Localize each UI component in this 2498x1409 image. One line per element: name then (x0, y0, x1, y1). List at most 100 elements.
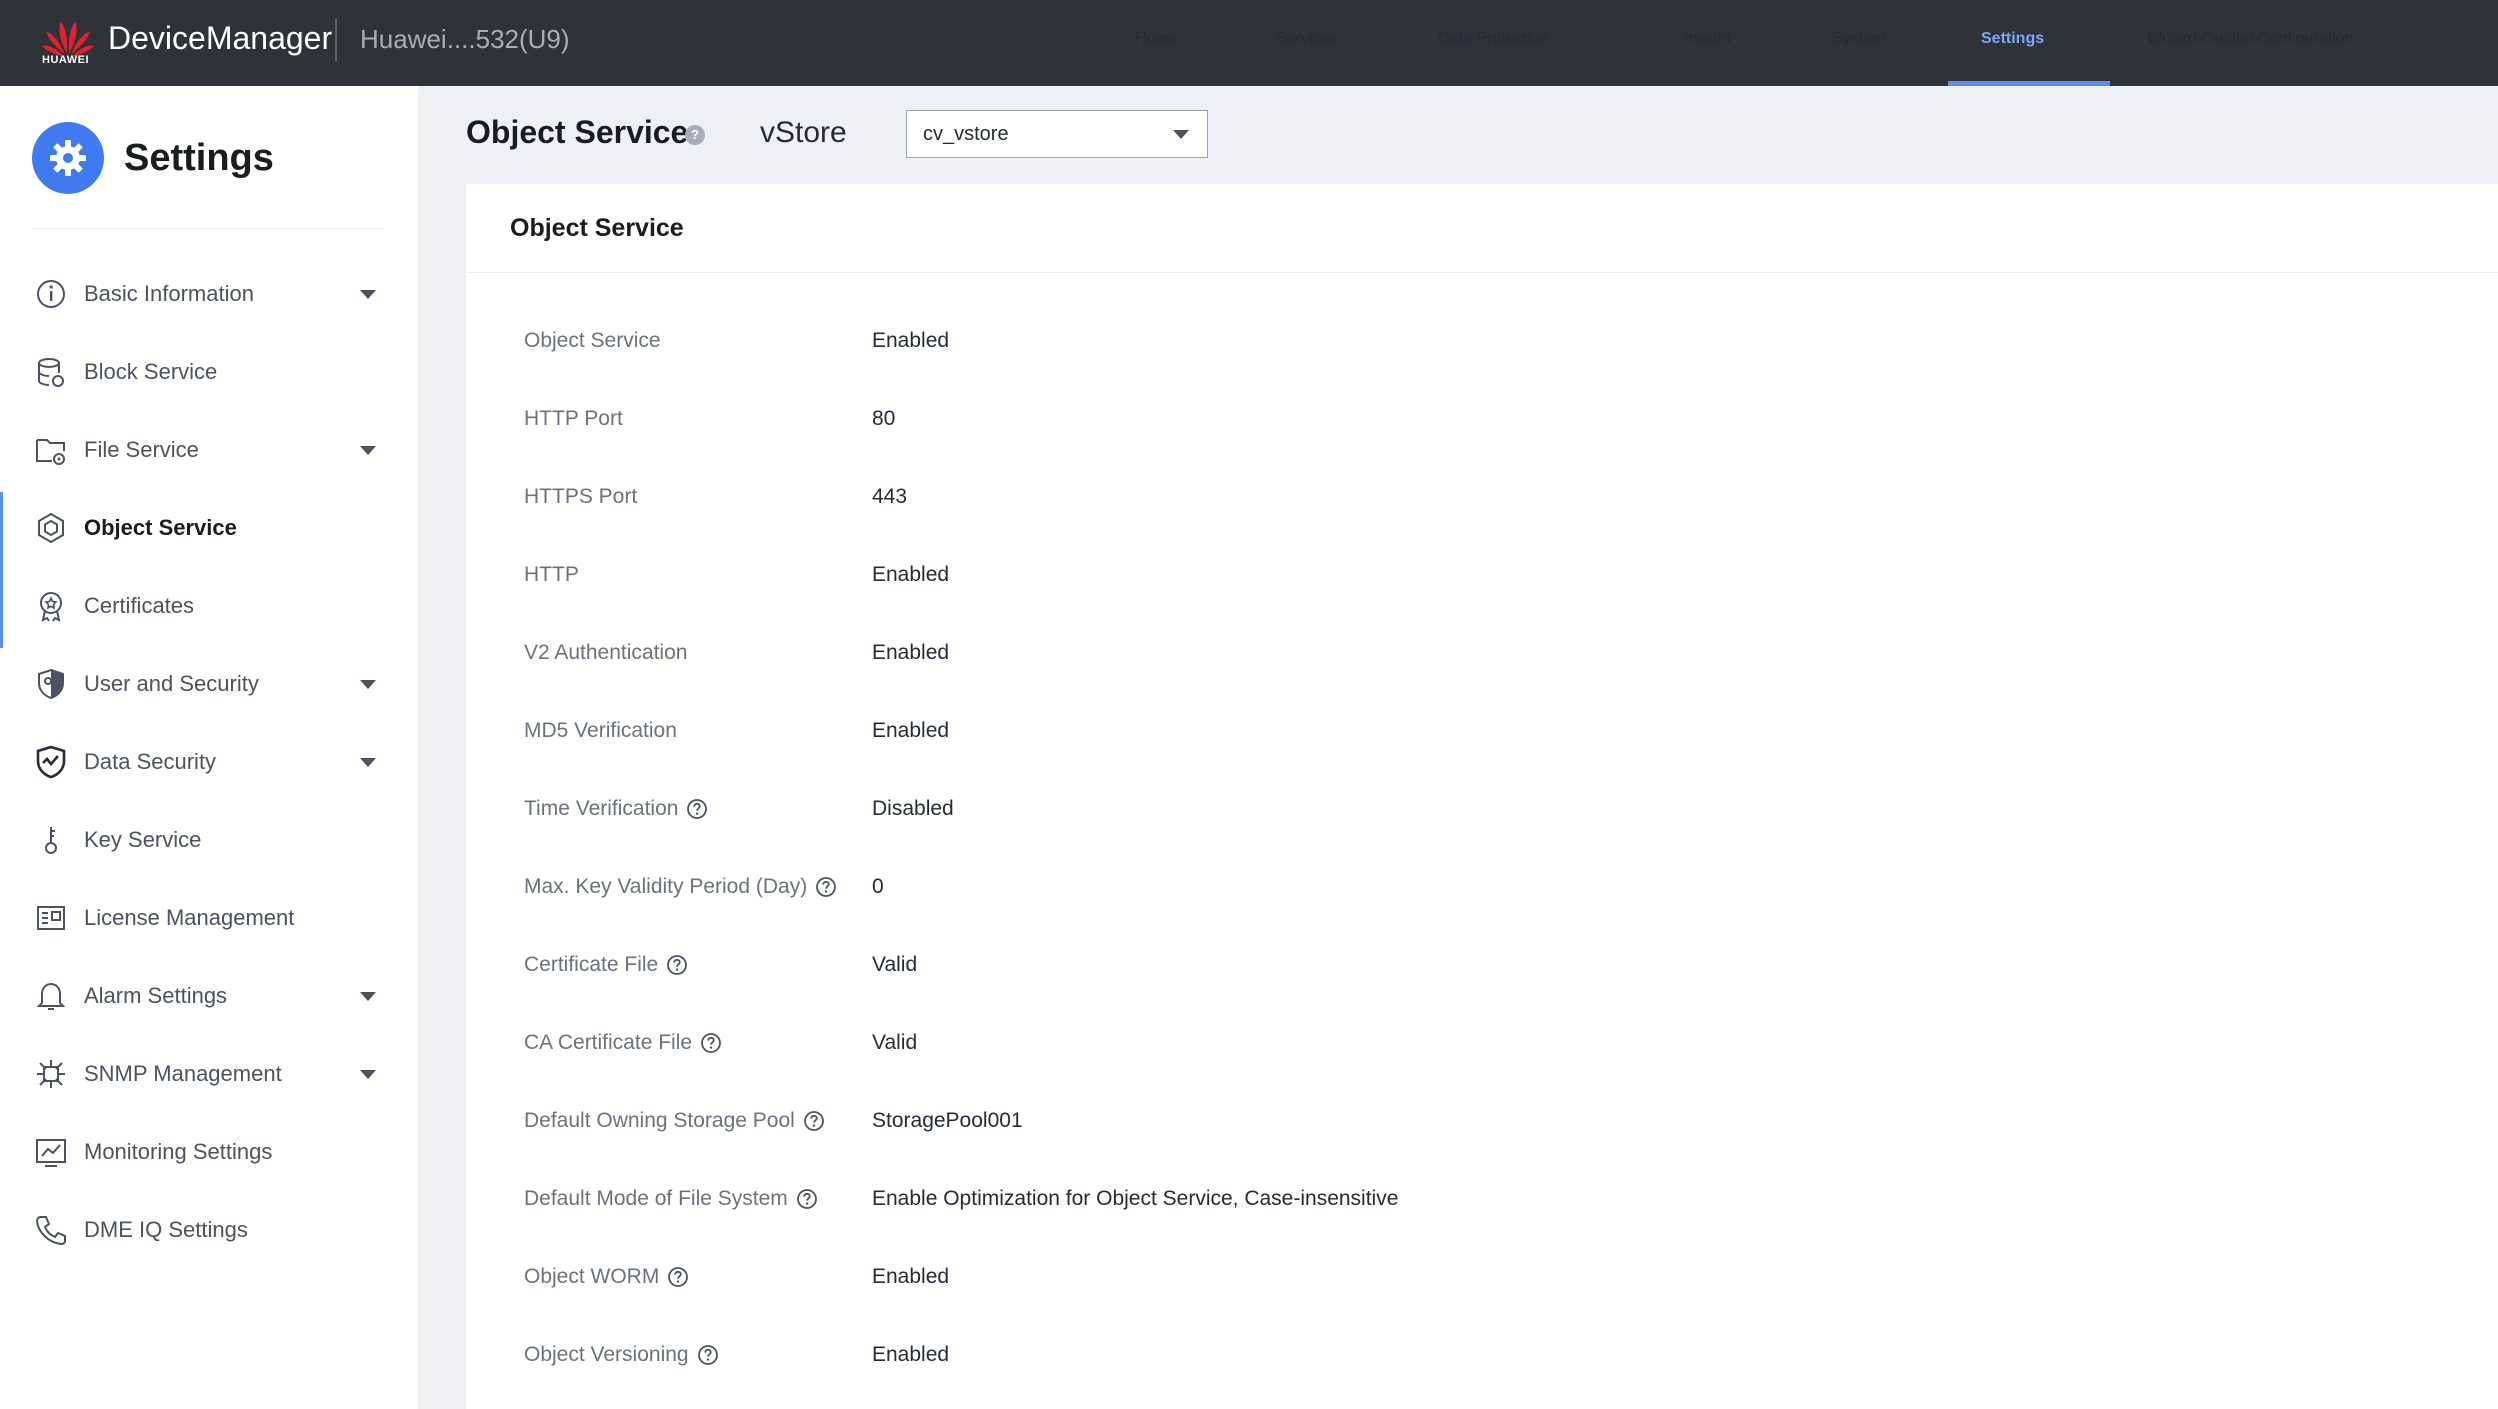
field-value: Valid (872, 953, 918, 976)
field-value: Enabled (872, 329, 950, 352)
field-label: HTTPS Port (524, 485, 637, 509)
folder-gear-icon (36, 439, 65, 465)
field-row: Object Service Enabled (466, 329, 2366, 369)
field-label-text: Max. Key Validity Period (Day) (524, 875, 808, 898)
field-row: HTTP Enabled (466, 563, 2366, 603)
field-label-text: HTTP Port (524, 407, 623, 430)
field-label: HTTP (524, 563, 579, 587)
help-icon[interactable] (700, 1032, 722, 1054)
sidebar-item-label: File Service (84, 437, 199, 462)
sidebar-item-data-security[interactable]: Data Security (0, 723, 418, 801)
field-label: Object Versioning (524, 1343, 719, 1367)
object-service-card: Object Service Object Service Enabled HTTP… (466, 184, 2498, 1409)
field-label: Object Service (524, 329, 661, 353)
sidebar-item-label: License Management (84, 905, 295, 930)
page-title: Object Service (466, 114, 689, 150)
sidebar-item-label: Basic Information (84, 281, 254, 306)
header-divider (335, 18, 337, 62)
nav-data-protection[interactable]: Data Protection (1438, 0, 1548, 86)
chevron-down-icon[interactable] (360, 679, 376, 689)
help-icon[interactable] (667, 1266, 689, 1288)
field-value: Disabled (872, 797, 954, 820)
field-value: Enabled (872, 641, 950, 664)
sidebar-item-label: Monitoring Settings (84, 1139, 273, 1164)
help-icon[interactable] (686, 798, 708, 820)
field-label: Default Owning Storage Pool (524, 1109, 825, 1133)
sidebar-item-block-service[interactable]: Block Service (0, 333, 418, 411)
field-label-text: Certificate File (524, 953, 659, 976)
field-row: Certificate File Valid (466, 953, 2366, 993)
sidebar-item-label: DME IQ Settings (84, 1217, 248, 1242)
nav-insight[interactable]: Insight (1684, 0, 1731, 86)
field-row: Object Versioning Enabled (466, 1343, 2366, 1383)
nav-home[interactable]: Home (1135, 0, 1178, 86)
help-icon[interactable]: ? (685, 125, 705, 145)
cube-icon (38, 512, 64, 544)
sidebar-item-label: Certificates (84, 593, 195, 618)
sidebar-item-basic-information[interactable]: Basic Information (0, 255, 418, 333)
nav-wizard-guided-configuration[interactable]: Wizard-Guided Configuration (2147, 0, 2353, 86)
help-icon[interactable] (666, 954, 688, 976)
sidebar-header: Settings (32, 122, 274, 194)
chevron-down-icon[interactable] (360, 1069, 376, 1079)
chevron-down-icon[interactable] (360, 757, 376, 767)
settings-gear-icon (32, 122, 104, 194)
field-value: 0 (872, 875, 884, 898)
field-row: HTTP Port 80 (466, 407, 2366, 447)
sidebar-item-alarm-settings[interactable]: Alarm Settings (0, 957, 418, 1035)
sidebar-item-user-and-security[interactable]: User and Security (0, 645, 418, 723)
field-label-text: HTTPS Port (524, 485, 638, 508)
field-row: MD5 Verification Enabled (466, 719, 2366, 759)
sidebar-item-file-service[interactable]: File Service (0, 411, 418, 489)
chart-icon (36, 1139, 66, 1167)
nav-active-indicator (1948, 81, 2110, 86)
field-label: HTTP Port (524, 407, 623, 431)
certificate-icon (40, 592, 62, 622)
sidebar-item-label: Alarm Settings (84, 983, 228, 1008)
field-value: Enabled (872, 1343, 950, 1366)
sidebar-item-label: Object Service (84, 515, 237, 540)
card-title: Object Service (510, 214, 684, 242)
field-value: Enabled (872, 1265, 950, 1288)
sidebar-item-object-service[interactable]: Object Service (0, 489, 418, 567)
chevron-down-icon[interactable] (360, 991, 376, 1001)
field-label-text: CA Certificate File (524, 1031, 693, 1054)
sidebar-title: Settings (124, 136, 274, 179)
field-label-text: HTTP (524, 563, 579, 586)
key-icon (45, 827, 57, 854)
nav-system[interactable]: System (1832, 0, 1885, 86)
chevron-down-icon[interactable] (360, 445, 376, 455)
field-row: HTTPS Port 443 (466, 485, 2366, 525)
field-label-text: Object Service (524, 329, 661, 352)
sidebar-item-label: User and Security (84, 671, 259, 696)
nav-services[interactable]: Services (1276, 0, 1337, 86)
sidebar-item-snmp-management[interactable]: SNMP Management (0, 1035, 418, 1113)
shield-user-icon (38, 668, 64, 700)
sidebar-item-certificates[interactable]: Certificates (0, 567, 418, 645)
vstore-select[interactable]: cv_vstore (906, 110, 1208, 158)
sidebar-item-license-management[interactable]: License Management (0, 879, 418, 957)
field-row: Default Mode of File System Enable Optimi… (466, 1187, 2366, 1227)
field-label-text: Default Owning Storage Pool (524, 1109, 795, 1132)
help-icon[interactable] (803, 1110, 825, 1132)
sidebar-item-dme-iq-settings[interactable]: DME IQ Settings (0, 1191, 418, 1269)
field-row: Max. Key Validity Period (Day) 0 (466, 875, 2366, 915)
field-label: Object WORM (524, 1265, 689, 1289)
field-row: CA Certificate File Valid (466, 1031, 2366, 1071)
chevron-down-icon[interactable] (360, 289, 376, 299)
sidebar-item-label: SNMP Management (84, 1061, 282, 1086)
field-label-text: MD5 Verification (524, 719, 677, 742)
help-icon[interactable] (815, 876, 837, 898)
sidebar-item-key-service[interactable]: Key Service (0, 801, 418, 879)
top-bar: HUAWEI DeviceManager Huawei....532(U9) H… (0, 0, 2498, 86)
phone-icon (35, 1216, 66, 1246)
help-icon[interactable] (796, 1188, 818, 1210)
field-row: Object WORM Enabled (466, 1265, 2366, 1305)
field-value: Enable Optimization for Object Service, … (872, 1187, 1399, 1210)
field-label: V2 Authentication (524, 641, 687, 665)
nav-settings[interactable]: Settings (1981, 0, 2044, 86)
logo-text: HUAWEI (42, 54, 89, 66)
help-icon[interactable] (697, 1344, 719, 1366)
sidebar-item-monitoring-settings[interactable]: Monitoring Settings (0, 1113, 418, 1191)
field-label-text: Default Mode of File System (524, 1187, 788, 1210)
